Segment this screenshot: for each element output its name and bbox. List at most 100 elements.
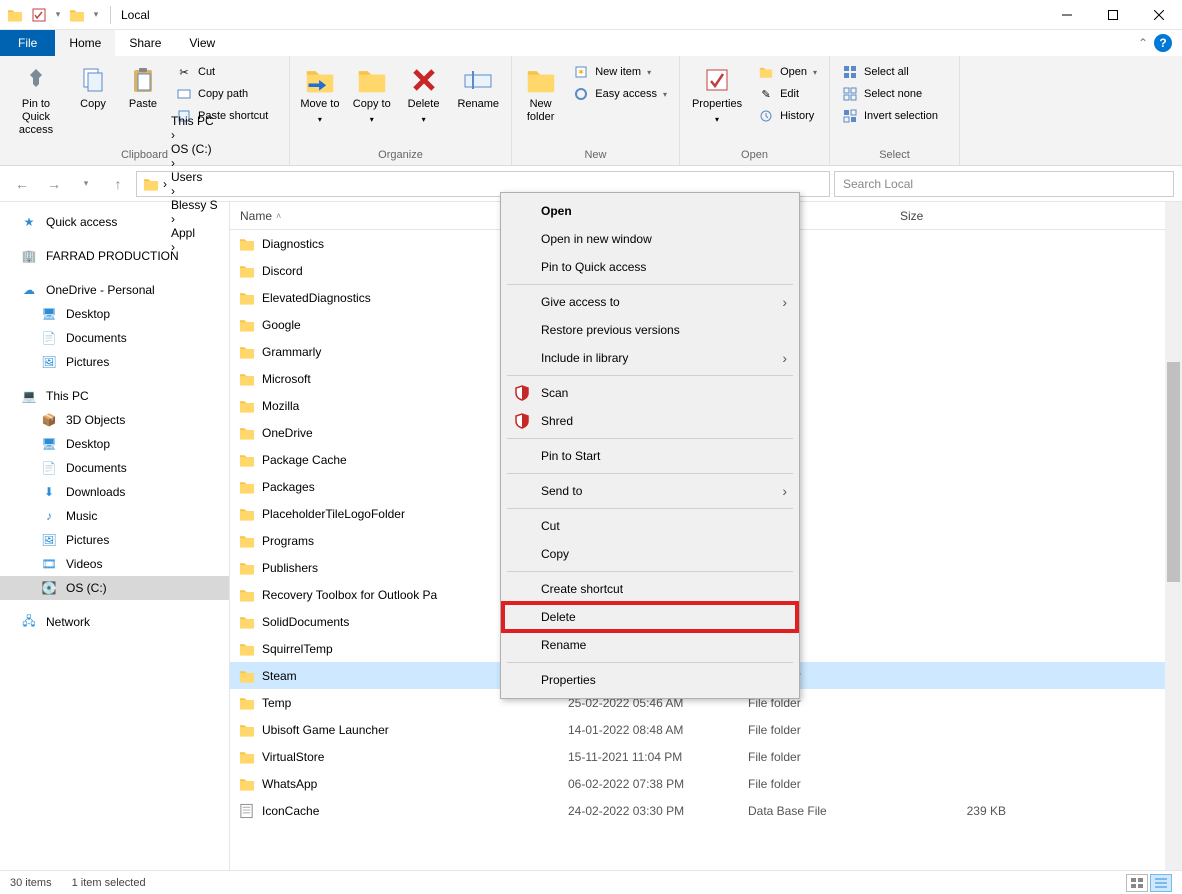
properties-button[interactable]: Properties▾ (686, 60, 748, 130)
tab-view[interactable]: View (175, 30, 229, 56)
tab-share[interactable]: Share (115, 30, 175, 56)
context-menu-create-shortcut[interactable]: Create shortcut (503, 575, 797, 603)
cut-icon: ✂ (176, 64, 192, 80)
back-button[interactable]: ← (8, 170, 36, 198)
search-input[interactable]: Search Local (834, 171, 1174, 197)
tree-pictures2[interactable]: 🖼Pictures (0, 528, 229, 552)
context-menu-include-in-library[interactable]: Include in library (503, 344, 797, 372)
tree-network[interactable]: 🖧Network (0, 610, 229, 634)
context-menu-open-in-new-window[interactable]: Open in new window (503, 225, 797, 253)
maximize-button[interactable] (1090, 0, 1136, 30)
context-menu-label: Open in new window (541, 232, 652, 246)
file-row[interactable]: WhatsApp06-02-2022 07:38 PMFile folder (230, 770, 1182, 797)
new-folder-button[interactable]: New folder (518, 60, 563, 128)
help-icon[interactable]: ? (1154, 34, 1172, 52)
context-menu-copy[interactable]: Copy (503, 540, 797, 568)
chevron-right-icon[interactable]: › (171, 156, 175, 170)
tree-3d-objects[interactable]: 📦3D Objects (0, 408, 229, 432)
breadcrumb-segment[interactable]: This PC (171, 114, 218, 128)
context-menu-cut[interactable]: Cut (503, 512, 797, 540)
tree-desktop2[interactable]: 🖥Desktop (0, 432, 229, 456)
pin-to-quick-access-button[interactable]: Pin to Quick access (6, 60, 66, 141)
file-row[interactable]: Ubisoft Game Launcher14-01-2022 08:48 AM… (230, 716, 1182, 743)
copy-path-button[interactable]: Copy path (170, 84, 274, 104)
minimize-button[interactable] (1044, 0, 1090, 30)
context-menu-restore-previous-versions[interactable]: Restore previous versions (503, 316, 797, 344)
tree-music[interactable]: ♪Music (0, 504, 229, 528)
qat-folder-icon[interactable] (4, 4, 26, 26)
scrollbar-thumb[interactable] (1167, 362, 1180, 582)
context-menu-shred[interactable]: Shred (503, 407, 797, 435)
history-button[interactable]: History (752, 106, 823, 126)
qat-dropdown-icon[interactable]: ▾ (52, 4, 64, 26)
file-row[interactable]: IconCache24-02-2022 03:30 PMData Base Fi… (230, 797, 1182, 824)
tree-documents2[interactable]: 📄Documents (0, 456, 229, 480)
file-icon (238, 803, 256, 819)
breadcrumb-segment[interactable]: Users (171, 170, 218, 184)
tree-this-pc[interactable]: 💻This PC (0, 384, 229, 408)
context-menu-give-access-to[interactable]: Give access to (503, 288, 797, 316)
title-bar: ▾ ▾ Local (0, 0, 1182, 30)
copy-button[interactable]: Copy (70, 60, 116, 115)
invert-selection-button[interactable]: Invert selection (836, 106, 944, 126)
close-button[interactable] (1136, 0, 1182, 30)
tree-quick-access[interactable]: ★Quick access (0, 210, 229, 234)
select-none-button[interactable]: Select none (836, 84, 944, 104)
qat-new-folder-icon[interactable] (66, 4, 88, 26)
copy-to-button[interactable]: Copy to▾ (348, 60, 396, 130)
chevron-right-icon[interactable]: › (171, 128, 175, 142)
paste-button[interactable]: Paste (120, 60, 166, 115)
chevron-right-icon[interactable]: › (171, 184, 175, 198)
tree-downloads[interactable]: ⬇Downloads (0, 480, 229, 504)
tree-onedrive[interactable]: ☁OneDrive - Personal (0, 278, 229, 302)
forward-button[interactable]: → (40, 170, 68, 198)
context-menu-pin-to-start[interactable]: Pin to Start (503, 442, 797, 470)
column-size[interactable]: Size (890, 209, 1010, 223)
context-menu-open[interactable]: Open (503, 197, 797, 225)
copy-path-icon (176, 86, 192, 102)
folder-icon (238, 668, 256, 684)
move-to-button[interactable]: Move to▾ (296, 60, 344, 130)
context-menu-scan[interactable]: Scan (503, 379, 797, 407)
easy-access-button[interactable]: Easy access ▾ (567, 84, 673, 104)
context-menu-send-to[interactable]: Send to (503, 477, 797, 505)
file-name: VirtualStore (262, 750, 568, 764)
context-menu-label: Pin to Quick access (541, 260, 646, 274)
delete-button[interactable]: Delete▾ (400, 60, 448, 130)
tab-home[interactable]: Home (55, 30, 115, 56)
new-item-button[interactable]: ✶New item ▾ (567, 62, 673, 82)
context-menu-delete[interactable]: Delete (503, 603, 797, 631)
up-button[interactable]: ↑ (104, 170, 132, 198)
context-menu-pin-to-quick-access[interactable]: Pin to Quick access (503, 253, 797, 281)
view-thumbnails-button[interactable] (1126, 874, 1148, 892)
cut-button[interactable]: ✂Cut (170, 62, 274, 82)
file-row[interactable]: VirtualStore15-11-2021 11:04 PMFile fold… (230, 743, 1182, 770)
tree-documents[interactable]: 📄Documents (0, 326, 229, 350)
edit-button[interactable]: ✎Edit (752, 84, 823, 104)
tree-pictures[interactable]: 🖼Pictures (0, 350, 229, 374)
open-button[interactable]: Open ▾ (752, 62, 823, 82)
scrollbar[interactable] (1165, 202, 1182, 870)
context-menu-separator (507, 473, 793, 474)
folder-icon (238, 695, 256, 711)
tree-videos[interactable]: 🎞Videos (0, 552, 229, 576)
context-menu-properties[interactable]: Properties (503, 666, 797, 694)
collapse-ribbon-icon[interactable]: ⌃ (1138, 36, 1148, 50)
view-details-button[interactable] (1150, 874, 1172, 892)
recent-locations-button[interactable]: ▾ (72, 170, 100, 198)
qat-dropdown2-icon[interactable]: ▾ (90, 4, 102, 26)
tree-desktop[interactable]: 🖥Desktop (0, 302, 229, 326)
tree-os-c[interactable]: 💽OS (C:) (0, 576, 229, 600)
tab-file[interactable]: File (0, 30, 55, 56)
file-name: IconCache (262, 804, 568, 818)
tree-farrad[interactable]: 🏢FARRAD PRODUCTION (0, 244, 229, 268)
context-menu-rename[interactable]: Rename (503, 631, 797, 659)
ribbon-tabs: File Home Share View ⌃ ? (0, 30, 1182, 56)
chevron-right-icon[interactable]: › (163, 177, 167, 191)
select-all-button[interactable]: Select all (836, 62, 944, 82)
rename-button[interactable]: Rename (451, 60, 505, 115)
context-menu-label: Include in library (541, 351, 628, 365)
breadcrumb-segment[interactable]: OS (C:) (171, 142, 218, 156)
qat-properties-icon[interactable] (28, 4, 50, 26)
folder-icon (238, 263, 256, 279)
